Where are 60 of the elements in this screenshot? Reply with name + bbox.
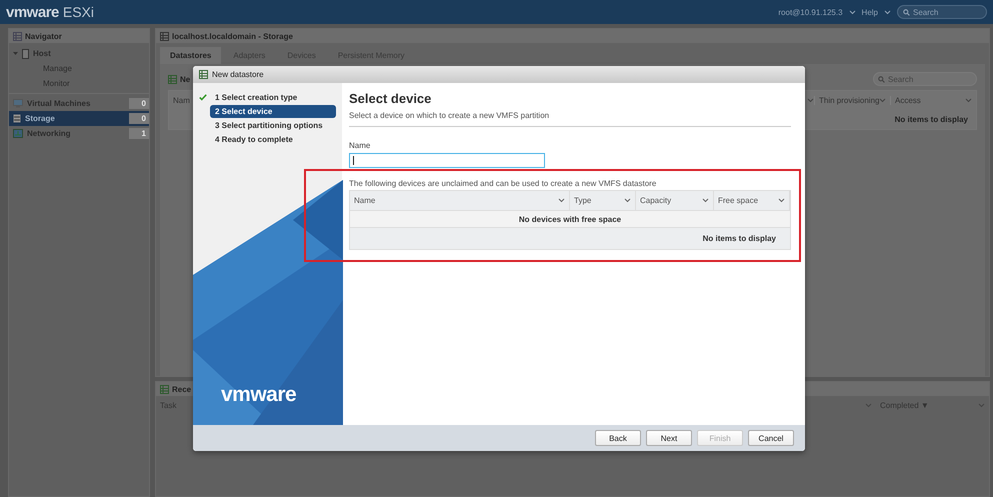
caret-icon — [848, 10, 856, 14]
logo: vmware — [6, 4, 59, 20]
caret-icon — [624, 198, 631, 203]
expand-icon[interactable] — [13, 51, 18, 56]
grid-icon — [168, 74, 177, 84]
caret-icon — [558, 198, 565, 203]
caret-icon — [778, 198, 785, 203]
grid-icon — [199, 70, 208, 79]
field-label: Name — [349, 141, 372, 150]
grid-icon — [13, 32, 22, 40]
grid-icon — [160, 32, 169, 40]
column-header[interactable]: Name — [350, 191, 570, 210]
column-header[interactable]: Thin provisioning — [814, 96, 890, 104]
caret-icon — [978, 402, 985, 408]
panel-title: Navigator — [25, 32, 62, 40]
nav-item[interactable]: Storage 0 — [9, 111, 149, 126]
count-badge: 0 — [129, 98, 149, 109]
dialog-button[interactable]: Back — [595, 430, 641, 446]
vmware-logo: vmware — [221, 383, 296, 407]
count-badge: 1 — [129, 128, 149, 139]
search-icon — [878, 76, 885, 82]
caret-icon — [965, 98, 972, 102]
grid-icon — [160, 384, 169, 394]
column-header[interactable]: Access — [890, 96, 976, 104]
dialog-button[interactable]: Next — [646, 430, 692, 446]
storage-icon — [13, 114, 21, 123]
devices-note: The following devices are unclaimed and can be used to create a new VMFS datastore — [349, 179, 658, 188]
panel-title: localhost.localdomain - Storage — [172, 32, 293, 40]
dialog-title: New datastore — [212, 70, 264, 79]
caret-icon — [702, 198, 709, 203]
empty-message: No items to display — [894, 114, 968, 124]
search-field[interactable]: Search — [897, 5, 987, 19]
step-heading: Select device — [349, 91, 432, 106]
product-name: ESXi — [62, 4, 94, 20]
wizard-step[interactable]: 3 Select partitioning options — [210, 119, 336, 132]
new-datastore-button[interactable]: Ne — [168, 74, 190, 84]
tab[interactable]: Datastores — [160, 47, 222, 64]
step-description: Select a device on which to create a new VMFS partition — [349, 111, 791, 127]
network-icon — [13, 129, 23, 138]
wizard-step[interactable]: 1 Select creation type — [210, 91, 336, 104]
wizard-step[interactable]: 4 Ready to complete — [210, 133, 336, 146]
wizard-step[interactable]: 2 Select device — [210, 105, 336, 118]
search-icon — [903, 8, 910, 16]
help-menu[interactable]: Help — [862, 8, 878, 16]
name-input-field[interactable] — [349, 153, 545, 168]
caret-icon — [807, 98, 814, 102]
server-icon — [22, 48, 29, 58]
column-header[interactable]: Nam — [169, 96, 194, 104]
caret-icon — [865, 402, 872, 408]
dialog-button[interactable]: Cancel — [748, 430, 794, 446]
monitor-icon — [13, 99, 23, 108]
user-menu[interactable]: root@10.91.125.3 — [778, 8, 843, 16]
panel-title: Rece — [172, 384, 192, 394]
table-footer: No items to display — [350, 228, 790, 249]
column-header[interactable]: Capacity — [636, 191, 714, 210]
caret-icon — [879, 98, 886, 102]
count-badge: 0 — [129, 113, 149, 124]
column-header[interactable]: Free space — [714, 191, 790, 210]
caret-icon — [884, 10, 891, 14]
column-header[interactable]: Type — [570, 191, 636, 210]
